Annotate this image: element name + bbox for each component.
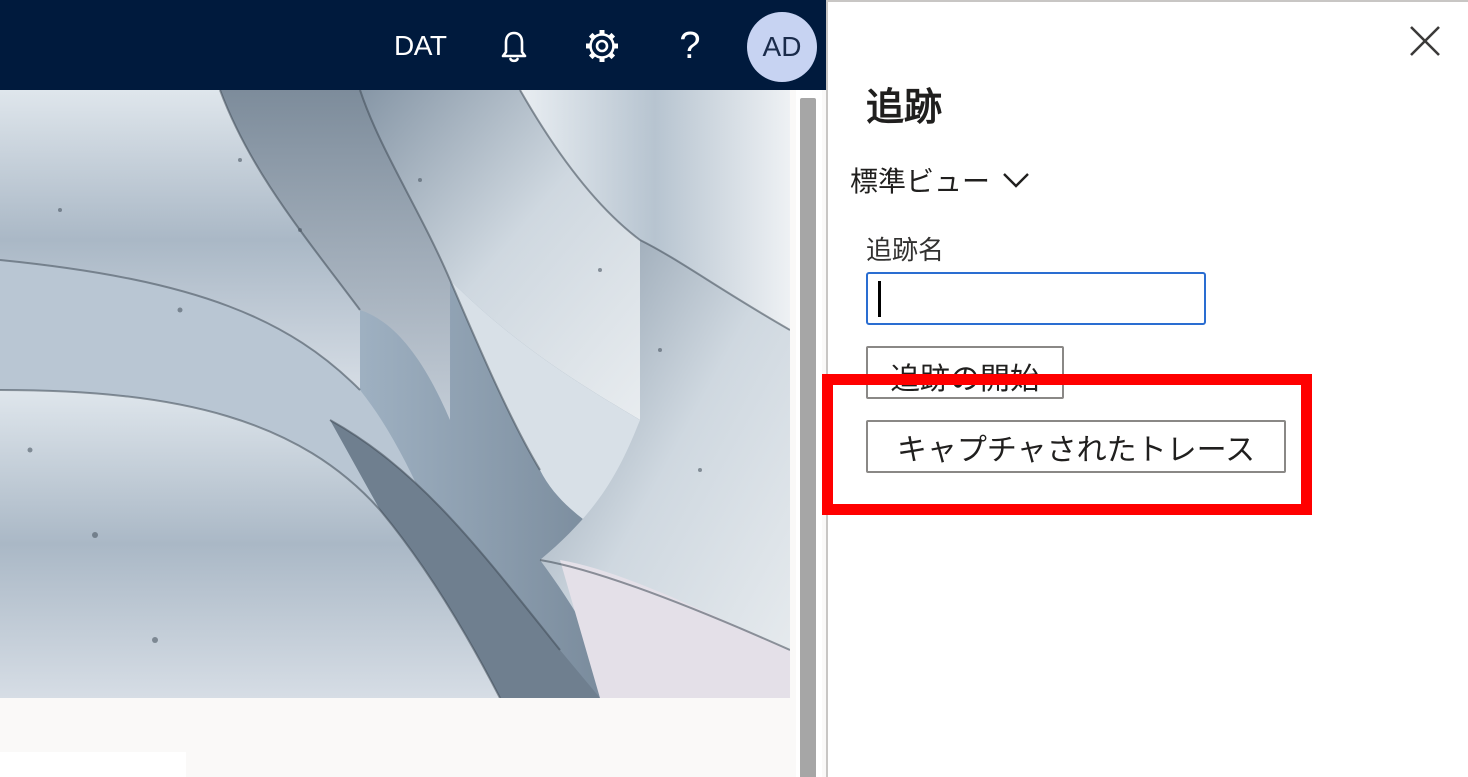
app-window: DAT ? AD 追跡 標準ビュー 追跡名 追跡の開始 キャプチャされたトレース	[0, 0, 1468, 777]
help-button[interactable]: ?	[670, 26, 710, 66]
company-picker[interactable]: DAT	[394, 30, 447, 62]
chevron-down-icon	[1003, 173, 1029, 188]
text-caret	[878, 281, 881, 317]
start-trace-button[interactable]: 追跡の開始	[866, 346, 1064, 399]
view-selector-label: 標準ビュー	[850, 165, 991, 198]
settings-button[interactable]	[582, 26, 622, 66]
workspace-tile[interactable]	[0, 752, 186, 777]
bell-icon	[501, 31, 527, 63]
help-icon: ?	[679, 25, 701, 67]
view-selector[interactable]: 標準ビュー	[850, 160, 1030, 200]
captured-traces-button[interactable]: キャプチャされたトレース	[866, 420, 1286, 473]
avatar[interactable]: AD	[747, 12, 817, 82]
workspace: DAT ? AD	[0, 0, 826, 777]
close-icon	[1410, 26, 1440, 56]
pane-top-border	[826, 0, 1468, 2]
trace-name-input[interactable]	[866, 272, 1206, 325]
trace-name-label: 追跡名	[866, 236, 945, 266]
dashboard-banner-image	[0, 90, 790, 698]
close-pane-button[interactable]	[1406, 22, 1444, 60]
navigation-bar: DAT ? AD	[0, 0, 826, 90]
pane-title: 追跡	[866, 85, 943, 129]
gear-icon	[586, 30, 618, 62]
notifications-button[interactable]	[494, 26, 534, 66]
scrollbar-thumb[interactable]	[800, 98, 816, 777]
